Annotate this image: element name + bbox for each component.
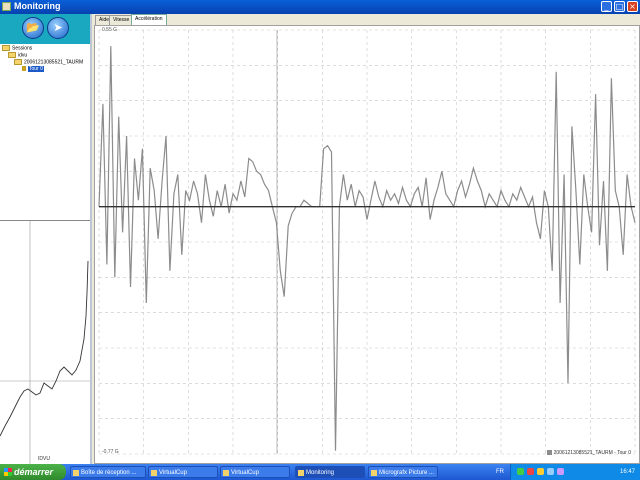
taskbar-item[interactable]: Monitoring [295,466,365,478]
toolbar: 📂 ➤ [0,14,90,44]
mini-graph-trace [0,260,89,437]
legend-label: 20061213085521_TAURM - Tour 0 [553,450,631,456]
speed-mini-graph: IDVU [0,220,90,465]
mini-graph-svg [0,221,90,465]
tree-item-lap[interactable]: Tour 0 [2,66,88,73]
app-icon [151,470,157,476]
mini-graph-xlabel: IDVU [38,456,50,462]
volume-icon[interactable] [537,468,544,475]
taskbar-item[interactable]: Boîte de réception ... [70,466,146,478]
app-icon [223,470,229,476]
y-max-label: 0.55 G [102,27,118,33]
tree-item-user[interactable]: idvu [2,52,88,59]
chart-svg [98,29,636,455]
tree-item-sessions[interactable]: Sessions [2,45,88,52]
y-min-label: -0.77 G [102,449,119,455]
session-tree: Sessions idvu 20061213085521_TAURM Tour … [2,45,88,73]
clock: 16:47 [619,469,635,475]
window-titlebar[interactable]: Monitoring _ □ × [0,0,640,14]
acceleration-chart: 0.55 G -0.77 G 20061213085521_TAURM - To… [94,25,640,464]
app-icon [2,2,11,11]
taskbar-item-label: VirtualCup [159,470,187,476]
update-icon[interactable] [557,468,564,475]
open-button[interactable]: 📂 [22,17,44,39]
taskbar-item-label: Boîte de réception ... [81,470,137,476]
security-icon[interactable] [527,468,534,475]
language-indicator[interactable]: FR [496,464,504,480]
network-icon[interactable] [517,468,524,475]
tree-item-session[interactable]: 20061213085521_TAURM [2,59,88,66]
taskbar-item-label: Micrografx Picture ... [379,470,435,476]
app-icon [298,470,304,476]
folder-icon [2,45,10,51]
tab-bar: Aide Vitesse Accélération [94,14,640,25]
left-pane: 📂 ➤ Sessions idvu 20061213085521_TAURM T… [0,14,92,465]
taskbar: démarrer Boîte de réception ... VirtualCu… [0,464,640,480]
flag-icon [22,66,26,72]
folder-icon [8,52,16,58]
folder-icon [14,59,22,65]
tab-acceleration[interactable]: Accélération [131,14,167,25]
maximize-button[interactable]: □ [614,1,625,12]
app-icon [371,470,377,476]
folder-open-icon: 📂 [26,21,40,34]
tab-vitesse[interactable]: Vitesse [109,15,134,25]
taskbar-item-label: Monitoring [306,470,335,476]
start-button[interactable]: démarrer [0,464,66,480]
app-icon [73,470,79,476]
messenger-icon[interactable] [547,468,554,475]
taskbar-item[interactable]: VirtualCup [220,466,290,478]
windows-flag-icon [4,468,12,476]
forward-button[interactable]: ➤ [47,17,69,39]
close-button[interactable]: × [627,1,638,12]
window-title: Monitoring [14,1,61,11]
taskbar-item-label: VirtualCup [231,470,259,476]
minimize-button[interactable]: _ [601,1,612,12]
arrow-right-icon: ➤ [53,21,63,34]
chart-legend: 20061213085521_TAURM - Tour 0 [546,450,631,456]
system-tray: 16:47 [510,464,640,480]
taskbar-item[interactable]: VirtualCup [148,466,218,478]
taskbar-item[interactable]: Micrografx Picture ... [368,466,438,478]
legend-swatch [546,450,552,456]
